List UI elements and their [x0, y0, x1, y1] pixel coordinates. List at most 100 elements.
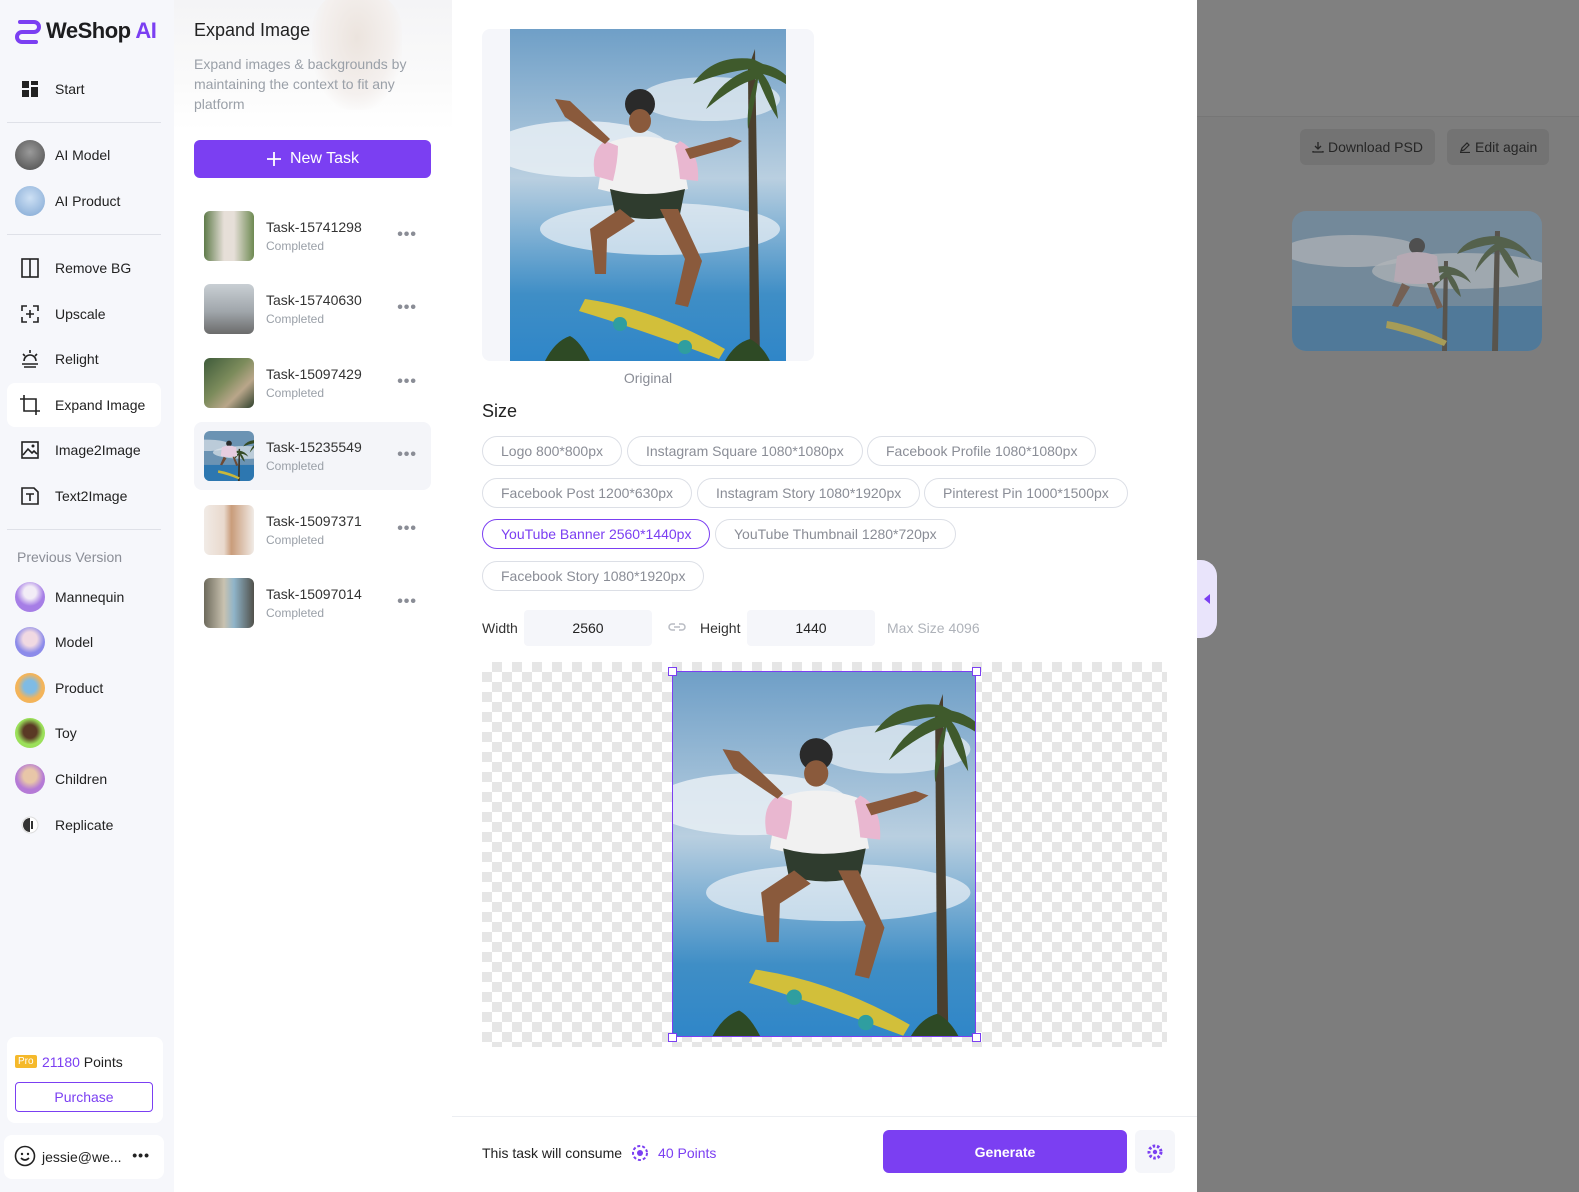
caret-left-icon	[1204, 594, 1210, 604]
height-input[interactable]	[747, 610, 875, 646]
sidebar-item-label: Relight	[55, 351, 99, 367]
original-image	[510, 29, 786, 361]
edit-icon	[1460, 142, 1470, 153]
points-coin-icon	[632, 1145, 649, 1161]
width-input[interactable]	[524, 610, 652, 646]
resize-handle-bottom-left[interactable]	[668, 1033, 677, 1042]
sidebar-item-relight[interactable]: Relight	[7, 337, 161, 381]
ai-product-avatar	[15, 186, 45, 216]
size-option[interactable]: Pinterest Pin 1000*1500px	[924, 478, 1128, 508]
height-label: Height	[700, 620, 741, 636]
expand-settings-panel: Original Size Logo 800*800px Instagram S…	[452, 0, 1197, 1192]
plus-icon	[266, 152, 281, 166]
resize-handle-top-left[interactable]	[668, 667, 677, 676]
sidebar-item-label: Product	[55, 680, 104, 696]
collapse-panel-tab[interactable]	[1197, 560, 1217, 638]
sidebar-item-label: AI Product	[55, 193, 121, 209]
sidebar-item-label: Text2Image	[55, 488, 128, 504]
grid-icon	[19, 78, 41, 100]
expand-canvas[interactable]	[482, 662, 1167, 1047]
sidebar-item-label: Remove BG	[55, 260, 132, 276]
task-item-selected[interactable]: Task-15235549 Completed •••	[194, 422, 431, 490]
sidebar-item-label: Image2Image	[55, 442, 141, 458]
task-more-icon[interactable]: •••	[397, 593, 417, 611]
user-more-icon[interactable]: •••	[132, 1147, 150, 1163]
remove-bg-icon	[19, 257, 41, 279]
user-menu[interactable]: jessie@we... •••	[4, 1135, 164, 1179]
new-task-label: New Task	[289, 150, 360, 167]
settings-button[interactable]	[1135, 1130, 1175, 1173]
task-status: Completed	[266, 533, 325, 547]
dimmed-background-page[interactable]: Download PSD Edit again	[1197, 0, 1579, 1192]
sidebar-item-product[interactable]: Product	[7, 666, 161, 710]
sidebar-item-label: Start	[55, 81, 85, 97]
sidebar-item-upscale[interactable]: Upscale	[7, 292, 161, 336]
size-heading: Size	[482, 401, 518, 421]
size-option[interactable]: YouTube Thumbnail 1280*720px	[715, 519, 956, 549]
generate-button[interactable]: Generate	[883, 1130, 1127, 1173]
size-option-selected[interactable]: YouTube Banner 2560*1440px	[482, 519, 711, 549]
task-item[interactable]: Task-15097429 Completed •••	[194, 349, 431, 417]
image-crop-frame[interactable]	[672, 671, 976, 1037]
mannequin-avatar	[15, 582, 45, 612]
sidebar-item-ai-product[interactable]: AI Product	[7, 179, 161, 223]
consume-points: 40 Points	[658, 1145, 717, 1161]
sidebar-item-remove-bg[interactable]: Remove BG	[7, 246, 161, 290]
task-item[interactable]: Task-15097014 Completed •••	[194, 569, 431, 637]
sidebar-item-replicate[interactable]: Replicate	[7, 803, 161, 847]
task-item[interactable]: Task-15097371 Completed •••	[194, 496, 431, 564]
consume-info: This task will consume 40 Points	[482, 1143, 716, 1163]
sidebar-item-label: Expand Image	[55, 397, 146, 413]
task-status: Completed	[266, 606, 325, 620]
task-item[interactable]: Task-15740630 Completed •••	[194, 275, 431, 343]
task-thumbnail	[204, 431, 254, 481]
purchase-button[interactable]: Purchase	[15, 1082, 153, 1112]
logo[interactable]: WeShop AI	[14, 18, 157, 44]
replicate-icon	[19, 814, 41, 836]
sidebar-item-start[interactable]: Start	[7, 67, 161, 111]
previous-version-label: Previous Version	[17, 549, 123, 565]
task-item[interactable]: Task-15741298 Completed •••	[194, 202, 431, 270]
sidebar-item-mannequin[interactable]: Mannequin	[7, 575, 161, 619]
tool-title: Expand Image	[194, 20, 311, 40]
sidebar-item-ai-model[interactable]: AI Model	[7, 133, 161, 177]
size-option[interactable]: Facebook Profile 1080*1080px	[867, 436, 1097, 466]
toy-avatar	[15, 718, 45, 748]
sidebar-item-text2image[interactable]: Text2Image	[7, 474, 161, 518]
task-more-icon[interactable]: •••	[397, 226, 417, 244]
expand-icon	[19, 394, 41, 416]
task-thumbnail	[204, 211, 254, 261]
product-avatar	[15, 673, 45, 703]
sidebar-item-toy[interactable]: Toy	[7, 711, 161, 755]
size-option[interactable]: Instagram Square 1080*1080px	[627, 436, 863, 466]
sidebar-item-image2image[interactable]: Image2Image	[7, 428, 161, 472]
user-avatar-icon	[14, 1145, 36, 1170]
sidebar-item-label: AI Model	[55, 147, 111, 163]
link-ratio-icon[interactable]	[668, 620, 686, 639]
resize-handle-bottom-right[interactable]	[972, 1033, 981, 1042]
resize-handle-top-right[interactable]	[972, 667, 981, 676]
task-more-icon[interactable]: •••	[397, 373, 417, 391]
sidebar-item-model[interactable]: Model	[7, 620, 161, 664]
size-option[interactable]: Instagram Story 1080*1920px	[697, 478, 921, 508]
task-thumbnail	[204, 578, 254, 628]
task-status: Completed	[266, 459, 325, 473]
task-more-icon[interactable]: •••	[397, 446, 417, 464]
size-option[interactable]: Facebook Story 1080*1920px	[482, 561, 705, 591]
sidebar-item-label: Model	[55, 634, 94, 650]
size-option[interactable]: Facebook Post 1200*630px	[482, 478, 693, 508]
task-name: Task-15740630	[266, 292, 362, 308]
image-icon	[19, 439, 41, 461]
consume-text: This task will consume	[482, 1145, 623, 1161]
logo-text: WeShop AI	[46, 18, 157, 43]
sidebar-divider	[7, 529, 161, 530]
task-more-icon[interactable]: •••	[397, 520, 417, 538]
sidebar-item-label: Mannequin	[55, 589, 125, 605]
new-task-button[interactable]: New Task	[194, 140, 431, 178]
sidebar-item-label: Replicate	[55, 817, 114, 833]
task-more-icon[interactable]: •••	[397, 299, 417, 317]
sidebar-item-expand-image[interactable]: Expand Image	[7, 383, 161, 427]
sidebar-item-children[interactable]: Children	[7, 757, 161, 801]
download-psd-button: Download PSD	[1300, 129, 1435, 165]
size-option[interactable]: Logo 800*800px	[482, 436, 622, 466]
